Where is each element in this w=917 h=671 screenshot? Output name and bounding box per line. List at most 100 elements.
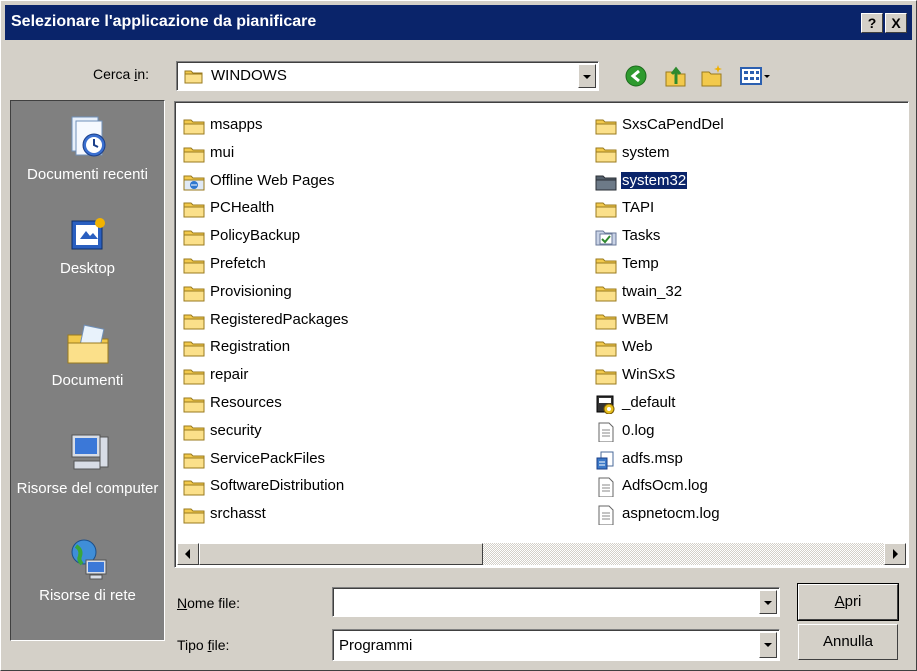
file-item-name: Provisioning xyxy=(210,282,292,300)
file-item[interactable]: TAPI xyxy=(591,195,901,223)
folder-icon xyxy=(183,369,205,385)
folder-icon xyxy=(183,258,205,274)
recent-documents-icon xyxy=(71,116,105,157)
file-item-name: TAPI xyxy=(622,199,655,217)
scroll-thumb[interactable] xyxy=(199,543,483,565)
folder-icon xyxy=(183,425,205,441)
file-item[interactable]: Provisioning xyxy=(179,279,579,307)
place-network[interactable]: Risorse di rete xyxy=(11,538,164,605)
text-file-icon xyxy=(598,477,614,498)
open-button[interactable]: Apri xyxy=(797,583,899,621)
arrow-right-icon xyxy=(893,549,898,559)
folder-icon xyxy=(183,202,205,218)
horizontal-scrollbar[interactable] xyxy=(177,543,906,565)
file-item[interactable]: twain_32 xyxy=(591,279,901,307)
offline-pages-icon xyxy=(183,175,205,191)
file-item[interactable]: RegisteredPackages xyxy=(179,307,579,335)
file-item-name: system xyxy=(622,143,670,161)
filename-dropdown-button[interactable] xyxy=(759,590,777,614)
file-item[interactable]: WinSxS xyxy=(591,362,901,390)
folder-icon xyxy=(595,286,617,302)
filetype-dropdown-button[interactable] xyxy=(759,632,777,658)
file-column-2: SxsCaPendDel system system32 TAPI Tasks Temp t… xyxy=(591,112,901,529)
file-list[interactable]: msapps mui Offline Web Pages PCHealth Policy… xyxy=(174,101,909,568)
file-item[interactable]: _default xyxy=(591,390,901,418)
file-item-name: Offline Web Pages xyxy=(210,171,335,189)
file-item[interactable]: SoftwareDistribution xyxy=(179,473,579,501)
file-item[interactable]: Temp xyxy=(591,251,901,279)
place-my-computer-label: Risorse del computer xyxy=(16,480,159,497)
up-folder-icon[interactable] xyxy=(663,63,689,89)
file-item[interactable]: PolicyBackup xyxy=(179,223,579,251)
file-item[interactable]: system xyxy=(591,140,901,168)
lookin-dropdown-button[interactable] xyxy=(578,64,596,88)
scroll-left-button[interactable] xyxy=(177,543,199,565)
file-item[interactable]: 0.log xyxy=(591,418,901,446)
file-item[interactable]: AdfsOcm.log xyxy=(591,473,901,501)
filename-label: Nome file: xyxy=(177,595,241,611)
open-file-dialog: Selezionare l'applicazione da pianificar… xyxy=(0,0,917,671)
close-button[interactable]: X xyxy=(885,13,907,33)
file-item[interactable]: mui xyxy=(179,140,579,168)
file-item[interactable]: aspnetocm.log xyxy=(591,501,901,529)
file-item-name: Web xyxy=(622,338,653,356)
network-icon xyxy=(71,539,106,580)
desktop-icon xyxy=(71,218,105,250)
file-item[interactable]: security xyxy=(179,418,579,446)
file-item-name: adfs.msp xyxy=(622,449,683,467)
file-item[interactable]: srchasst xyxy=(179,501,579,529)
scroll-right-button[interactable] xyxy=(884,543,906,565)
file-item-name: AdfsOcm.log xyxy=(622,477,708,495)
folder-icon xyxy=(184,70,203,84)
place-recent-documents[interactable]: Documenti recenti xyxy=(11,113,164,184)
file-item-name: srchasst xyxy=(210,505,266,523)
lookin-value: WINDOWS xyxy=(211,67,287,84)
file-item[interactable]: PCHealth xyxy=(179,195,579,223)
file-item-name: _default xyxy=(622,393,676,411)
file-item-name: ServicePackFiles xyxy=(210,449,326,467)
cancel-button[interactable]: Annulla xyxy=(798,624,898,660)
place-desktop-label: Desktop xyxy=(59,260,116,277)
file-item-name: 0.log xyxy=(622,421,655,439)
file-item[interactable]: Offline Web Pages xyxy=(179,168,579,196)
folder-icon xyxy=(183,397,205,413)
file-item-name: Resources xyxy=(210,393,282,411)
file-item-name: WinSxS xyxy=(622,366,676,384)
file-item[interactable]: SxsCaPendDel xyxy=(591,112,901,140)
title-bar: Selezionare l'applicazione da pianificar… xyxy=(5,5,912,40)
file-item[interactable]: Registration xyxy=(179,334,579,362)
file-item[interactable]: Web xyxy=(591,334,901,362)
file-item[interactable]: WBEM xyxy=(591,307,901,335)
file-item[interactable]: Resources xyxy=(179,390,579,418)
place-my-documents[interactable]: Documenti xyxy=(11,323,164,390)
file-item[interactable]: Prefetch xyxy=(179,251,579,279)
folder-icon xyxy=(183,508,205,524)
file-item-name: SxsCaPendDel xyxy=(622,116,724,133)
back-icon[interactable] xyxy=(623,63,649,89)
place-my-computer[interactable]: Risorse del computer xyxy=(11,431,164,498)
file-item[interactable]: ServicePackFiles xyxy=(179,446,579,474)
new-folder-icon[interactable] xyxy=(699,63,725,89)
file-column-1: msapps mui Offline Web Pages PCHealth Policy… xyxy=(179,112,579,529)
file-item-name: mui xyxy=(210,143,235,161)
views-menu-icon[interactable] xyxy=(739,63,773,89)
folder-icon xyxy=(595,258,617,274)
file-item[interactable]: msapps xyxy=(179,112,579,140)
place-network-label: Risorse di rete xyxy=(39,587,136,604)
place-desktop[interactable]: Desktop xyxy=(11,215,164,278)
filename-input[interactable] xyxy=(332,587,780,617)
my-computer-icon xyxy=(71,434,108,470)
lookin-combo[interactable]: WINDOWS xyxy=(176,61,599,91)
file-item[interactable]: system32 xyxy=(591,168,901,196)
file-item-name: Registration xyxy=(210,338,291,356)
file-item-name: security xyxy=(210,421,262,439)
filetype-select[interactable]: Programmi xyxy=(332,629,780,661)
file-item-name: PolicyBackup xyxy=(210,227,301,245)
file-item[interactable]: repair xyxy=(179,362,579,390)
arrow-left-icon xyxy=(185,549,190,559)
help-button[interactable]: ? xyxy=(861,13,883,33)
file-item[interactable]: Tasks xyxy=(591,223,901,251)
file-item[interactable]: adfs.msp xyxy=(591,446,901,474)
dialog-title: Selezionare l'applicazione da pianificar… xyxy=(11,13,317,30)
file-item-name: msapps xyxy=(210,116,263,133)
